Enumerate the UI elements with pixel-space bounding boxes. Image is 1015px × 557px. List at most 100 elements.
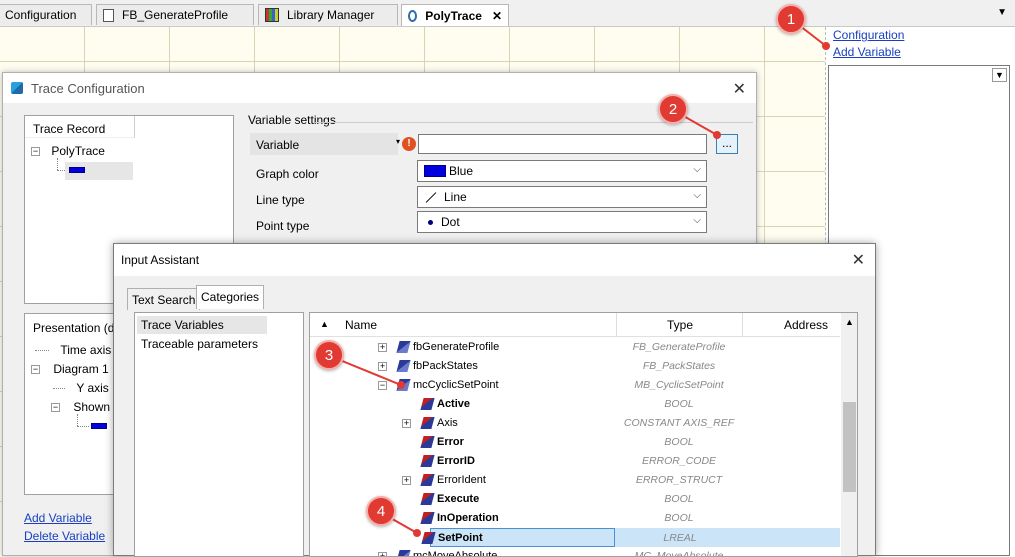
variable-settings-heading: Variable settings bbox=[248, 113, 336, 127]
scrollbar-thumb[interactable] bbox=[843, 402, 856, 492]
variable-name: mcCyclicSetPoint bbox=[413, 379, 499, 391]
error-icon: ! bbox=[402, 137, 416, 151]
table-row[interactable]: + Axis CONSTANT AXIS_REF bbox=[310, 414, 840, 433]
expand-icon[interactable]: + bbox=[402, 419, 411, 428]
scroll-up-icon[interactable]: ▲ bbox=[845, 317, 854, 327]
column-header-address[interactable]: Address bbox=[784, 318, 828, 332]
tree-node-label: Diagram 1 bbox=[53, 362, 109, 376]
trace-record-header: Trace Record bbox=[25, 116, 135, 138]
table-row[interactable]: SetPoint LREAL bbox=[421, 528, 697, 547]
tree-connector bbox=[77, 426, 89, 427]
expand-icon[interactable]: + bbox=[378, 552, 387, 556]
variable-type: ERROR_STRUCT bbox=[635, 474, 723, 486]
editor-tab-bar: Configuration FB_GenerateProfile Library… bbox=[0, 0, 1015, 27]
tree-node-label: Shown bbox=[73, 400, 111, 414]
point-type-select[interactable]: Dot ⌵ bbox=[417, 211, 707, 233]
graph-color-select[interactable]: Blue ⌵ bbox=[417, 160, 707, 182]
expand-icon[interactable]: + bbox=[378, 362, 387, 371]
callout-badge-1: 1 bbox=[776, 4, 806, 34]
line-type-label: Line type bbox=[256, 193, 305, 207]
add-variable-link[interactable]: Add Variable bbox=[833, 45, 901, 59]
variable-name: InOperation bbox=[437, 512, 499, 524]
chevron-down-icon[interactable]: ▼ bbox=[992, 68, 1007, 82]
graph-color-label: Graph color bbox=[256, 167, 319, 181]
dropdown-arrow-icon[interactable]: ▾ bbox=[396, 137, 400, 146]
category-item-trace-variables[interactable]: Trace Variables bbox=[137, 316, 267, 334]
blue-swatch-icon[interactable] bbox=[91, 423, 107, 429]
blue-swatch-icon bbox=[69, 167, 85, 173]
tree-connector bbox=[57, 170, 65, 171]
tab-polytrace[interactable]: PolyTrace ✕ bbox=[401, 4, 509, 26]
close-icon[interactable]: ✕ bbox=[733, 79, 746, 99]
tab-label: Library Manager bbox=[287, 8, 375, 22]
callout-badge-2: 2 bbox=[658, 94, 688, 124]
vertical-scrollbar[interactable]: ▲ bbox=[841, 313, 857, 556]
tab-label: PolyTrace bbox=[425, 8, 482, 23]
tab-label: FB_GenerateProfile bbox=[122, 8, 229, 22]
collapse-icon[interactable]: − bbox=[51, 403, 60, 413]
line-type-select[interactable]: Line ⌵ bbox=[417, 186, 707, 208]
table-row[interactable]: − mcCyclicSetPoint MB_CyclicSetPoint bbox=[310, 376, 840, 395]
column-divider bbox=[616, 313, 617, 337]
table-row[interactable]: ErrorID ERROR_CODE bbox=[310, 452, 840, 471]
variable-name: Error bbox=[437, 436, 464, 448]
delete-variable-link[interactable]: Delete Variable bbox=[24, 529, 105, 543]
tab-categories[interactable]: Categories bbox=[196, 285, 265, 309]
variable-name: fbGenerateProfile bbox=[413, 341, 500, 353]
tab-text-search[interactable]: Text Search bbox=[127, 288, 201, 310]
dialog-title-bar: Input Assistant bbox=[114, 244, 875, 276]
callout-badge-4: 4 bbox=[366, 496, 396, 526]
variable-type: ERROR_CODE bbox=[641, 455, 717, 467]
variable-type: CONSTANT AXIS_REF bbox=[623, 417, 735, 429]
variable-name: fbPackStates bbox=[413, 360, 478, 372]
presentation-header: Presentation (d bbox=[33, 321, 115, 335]
dialog-title-bar: Trace Configuration bbox=[3, 73, 756, 103]
tab-list-dropdown-icon[interactable]: ▼ bbox=[997, 7, 1007, 18]
category-item-traceable-parameters[interactable]: Traceable parameters bbox=[141, 337, 258, 351]
column-header-type[interactable]: Type bbox=[667, 318, 693, 332]
add-variable-link[interactable]: Add Variable bbox=[24, 511, 92, 525]
close-icon[interactable]: ✕ bbox=[852, 250, 865, 270]
collapse-icon[interactable]: − bbox=[31, 147, 40, 157]
dialog-title: Trace Configuration bbox=[31, 80, 145, 96]
tree-node-polytrace[interactable]: − PolyTrace bbox=[31, 144, 105, 158]
tree-connector bbox=[35, 350, 49, 352]
dot-icon bbox=[428, 219, 433, 225]
tree-node-diagram-1[interactable]: − Diagram 1 bbox=[31, 362, 109, 376]
table-row[interactable]: + fbGenerateProfile FB_GenerateProfile bbox=[310, 338, 840, 357]
expand-icon[interactable]: + bbox=[378, 343, 387, 352]
tree-node-label: Y axis bbox=[76, 381, 109, 395]
close-tab-icon[interactable]: ✕ bbox=[492, 9, 502, 23]
variable-icon bbox=[421, 532, 436, 544]
variable-node[interactable] bbox=[65, 162, 133, 180]
table-header: ▲ Name Type Address bbox=[310, 313, 840, 337]
expand-icon[interactable]: + bbox=[402, 476, 411, 485]
callout-dot bbox=[413, 529, 421, 537]
configuration-link[interactable]: Configuration bbox=[833, 28, 904, 42]
line-icon bbox=[425, 191, 437, 203]
tab-library-manager[interactable]: Library Manager bbox=[258, 4, 398, 25]
table-row[interactable]: Active BOOL bbox=[310, 395, 840, 414]
collapse-icon[interactable]: − bbox=[378, 381, 387, 390]
function-block-icon bbox=[396, 341, 411, 353]
chevron-down-icon: ⌵ bbox=[693, 190, 701, 201]
tab-fb-generateprofile[interactable]: FB_GenerateProfile bbox=[96, 4, 254, 25]
column-header-name[interactable]: Name bbox=[345, 318, 377, 332]
graph-color-value: Blue bbox=[449, 164, 474, 178]
variable-icon bbox=[420, 493, 435, 505]
table-row[interactable]: + ErrorIdent ERROR_STRUCT bbox=[310, 471, 840, 490]
table-row[interactable]: Error BOOL bbox=[310, 433, 840, 452]
tree-node-shown[interactable]: − Shown bbox=[51, 400, 110, 414]
collapse-icon[interactable]: − bbox=[31, 365, 40, 375]
tree-node-y-axis[interactable]: Y axis bbox=[53, 381, 109, 395]
trace-config-icon bbox=[11, 82, 23, 94]
blue-swatch-icon bbox=[424, 165, 446, 177]
tree-connector bbox=[77, 414, 78, 426]
tab-configuration[interactable]: Configuration bbox=[0, 4, 92, 25]
sort-up-icon[interactable]: ▲ bbox=[320, 319, 329, 329]
tree-node-time-axis[interactable]: Time axis bbox=[35, 343, 111, 357]
column-divider bbox=[742, 313, 743, 337]
variable-icon bbox=[420, 398, 435, 410]
table-row[interactable]: + fbPackStates FB_PackStates bbox=[310, 357, 840, 376]
variable-input[interactable] bbox=[418, 134, 707, 154]
